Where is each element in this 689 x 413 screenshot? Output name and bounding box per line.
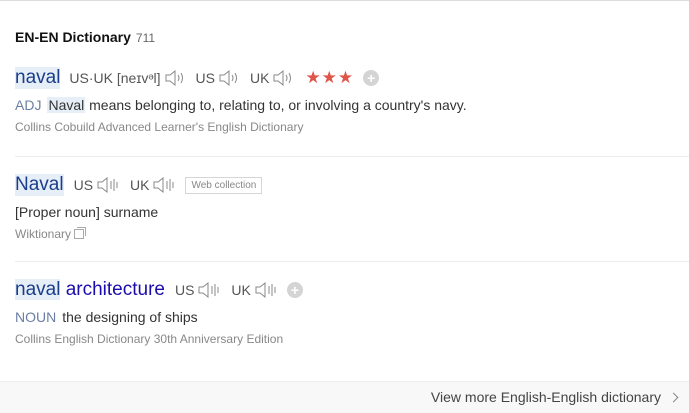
web-collection-tag: Web collection — [185, 176, 263, 194]
source-label: Collins English Dictionary 30th Annivers… — [15, 332, 689, 346]
entry-naval-proper-noun: Naval US UK Web collection [Proper noun]… — [15, 172, 689, 241]
plus-icon[interactable]: + — [363, 70, 380, 86]
view-more-link[interactable]: View more English-English dictionary — [430, 389, 679, 405]
headword[interactable]: naval — [15, 67, 61, 89]
view-more-label: View more English-English dictionary — [430, 389, 661, 405]
definition-highlight: Naval — [47, 97, 86, 113]
footer-bar: View more English-English dictionary — [0, 381, 689, 413]
definition-text: the designing of ships — [62, 309, 198, 325]
chevron-right-icon — [668, 392, 679, 402]
headword[interactable]: naval architecture — [15, 279, 165, 301]
plus-icon[interactable]: + — [286, 282, 303, 298]
headword-highlight: naval — [15, 279, 61, 300]
us-label: US — [195, 70, 215, 86]
source-text: Collins English Dictionary 30th Annivers… — [15, 332, 284, 346]
entry-naval-adj: naval US·UK [neɪvᵊl] US UK ★★★ + ADJ Nava… — [15, 65, 689, 134]
us-uk-label: US·UK — [69, 70, 113, 86]
top-border — [0, 0, 689, 1]
speaker-icon[interactable] — [218, 69, 240, 87]
part-of-speech: NOUN — [15, 309, 57, 325]
frequency-stars: ★★★ — [305, 68, 355, 87]
headword-rest: architecture — [60, 279, 165, 300]
pronunciation-label: US·UK [neɪvᵊl] — [69, 70, 160, 86]
speaker-icon[interactable] — [164, 69, 186, 87]
source-label: Wiktionary — [15, 227, 689, 241]
ipa-text: [neɪvᵊl] — [116, 70, 161, 86]
source-label: Collins Cobuild Advanced Learner's Engli… — [15, 120, 689, 134]
uk-label: UK — [130, 177, 150, 193]
us-label: US — [174, 282, 195, 298]
definition: [Proper noun] surname — [15, 204, 159, 220]
source-text: Collins Cobuild Advanced Learner's Engli… — [15, 120, 304, 134]
section-header: EN-EN Dictionary 711 — [15, 29, 155, 45]
sound-wave-icon[interactable] — [152, 176, 176, 194]
entry-naval-architecture: naval architecture US UK + NOUN the desig… — [15, 277, 689, 346]
definition: NOUN the designing of ships — [15, 309, 689, 325]
us-label: US — [73, 177, 94, 193]
uk-label: UK — [249, 70, 270, 86]
section-title: EN-EN Dictionary — [15, 29, 131, 45]
definition: ADJ Naval means belonging to, relating to… — [15, 97, 689, 113]
headword[interactable]: Naval — [15, 174, 64, 196]
part-of-speech: ADJ — [15, 97, 42, 113]
divider — [15, 156, 689, 157]
definition-text: means belonging to, relating to, or invo… — [85, 97, 467, 113]
source-text[interactable]: Wiktionary — [15, 227, 71, 241]
speaker-icon[interactable] — [272, 69, 294, 87]
result-count: 711 — [135, 31, 156, 45]
sound-wave-icon[interactable] — [96, 176, 120, 194]
sound-wave-icon[interactable] — [254, 281, 278, 299]
copy-icon[interactable] — [74, 227, 87, 239]
divider — [15, 261, 689, 262]
sound-wave-icon[interactable] — [197, 281, 221, 299]
uk-label: UK — [231, 282, 251, 298]
